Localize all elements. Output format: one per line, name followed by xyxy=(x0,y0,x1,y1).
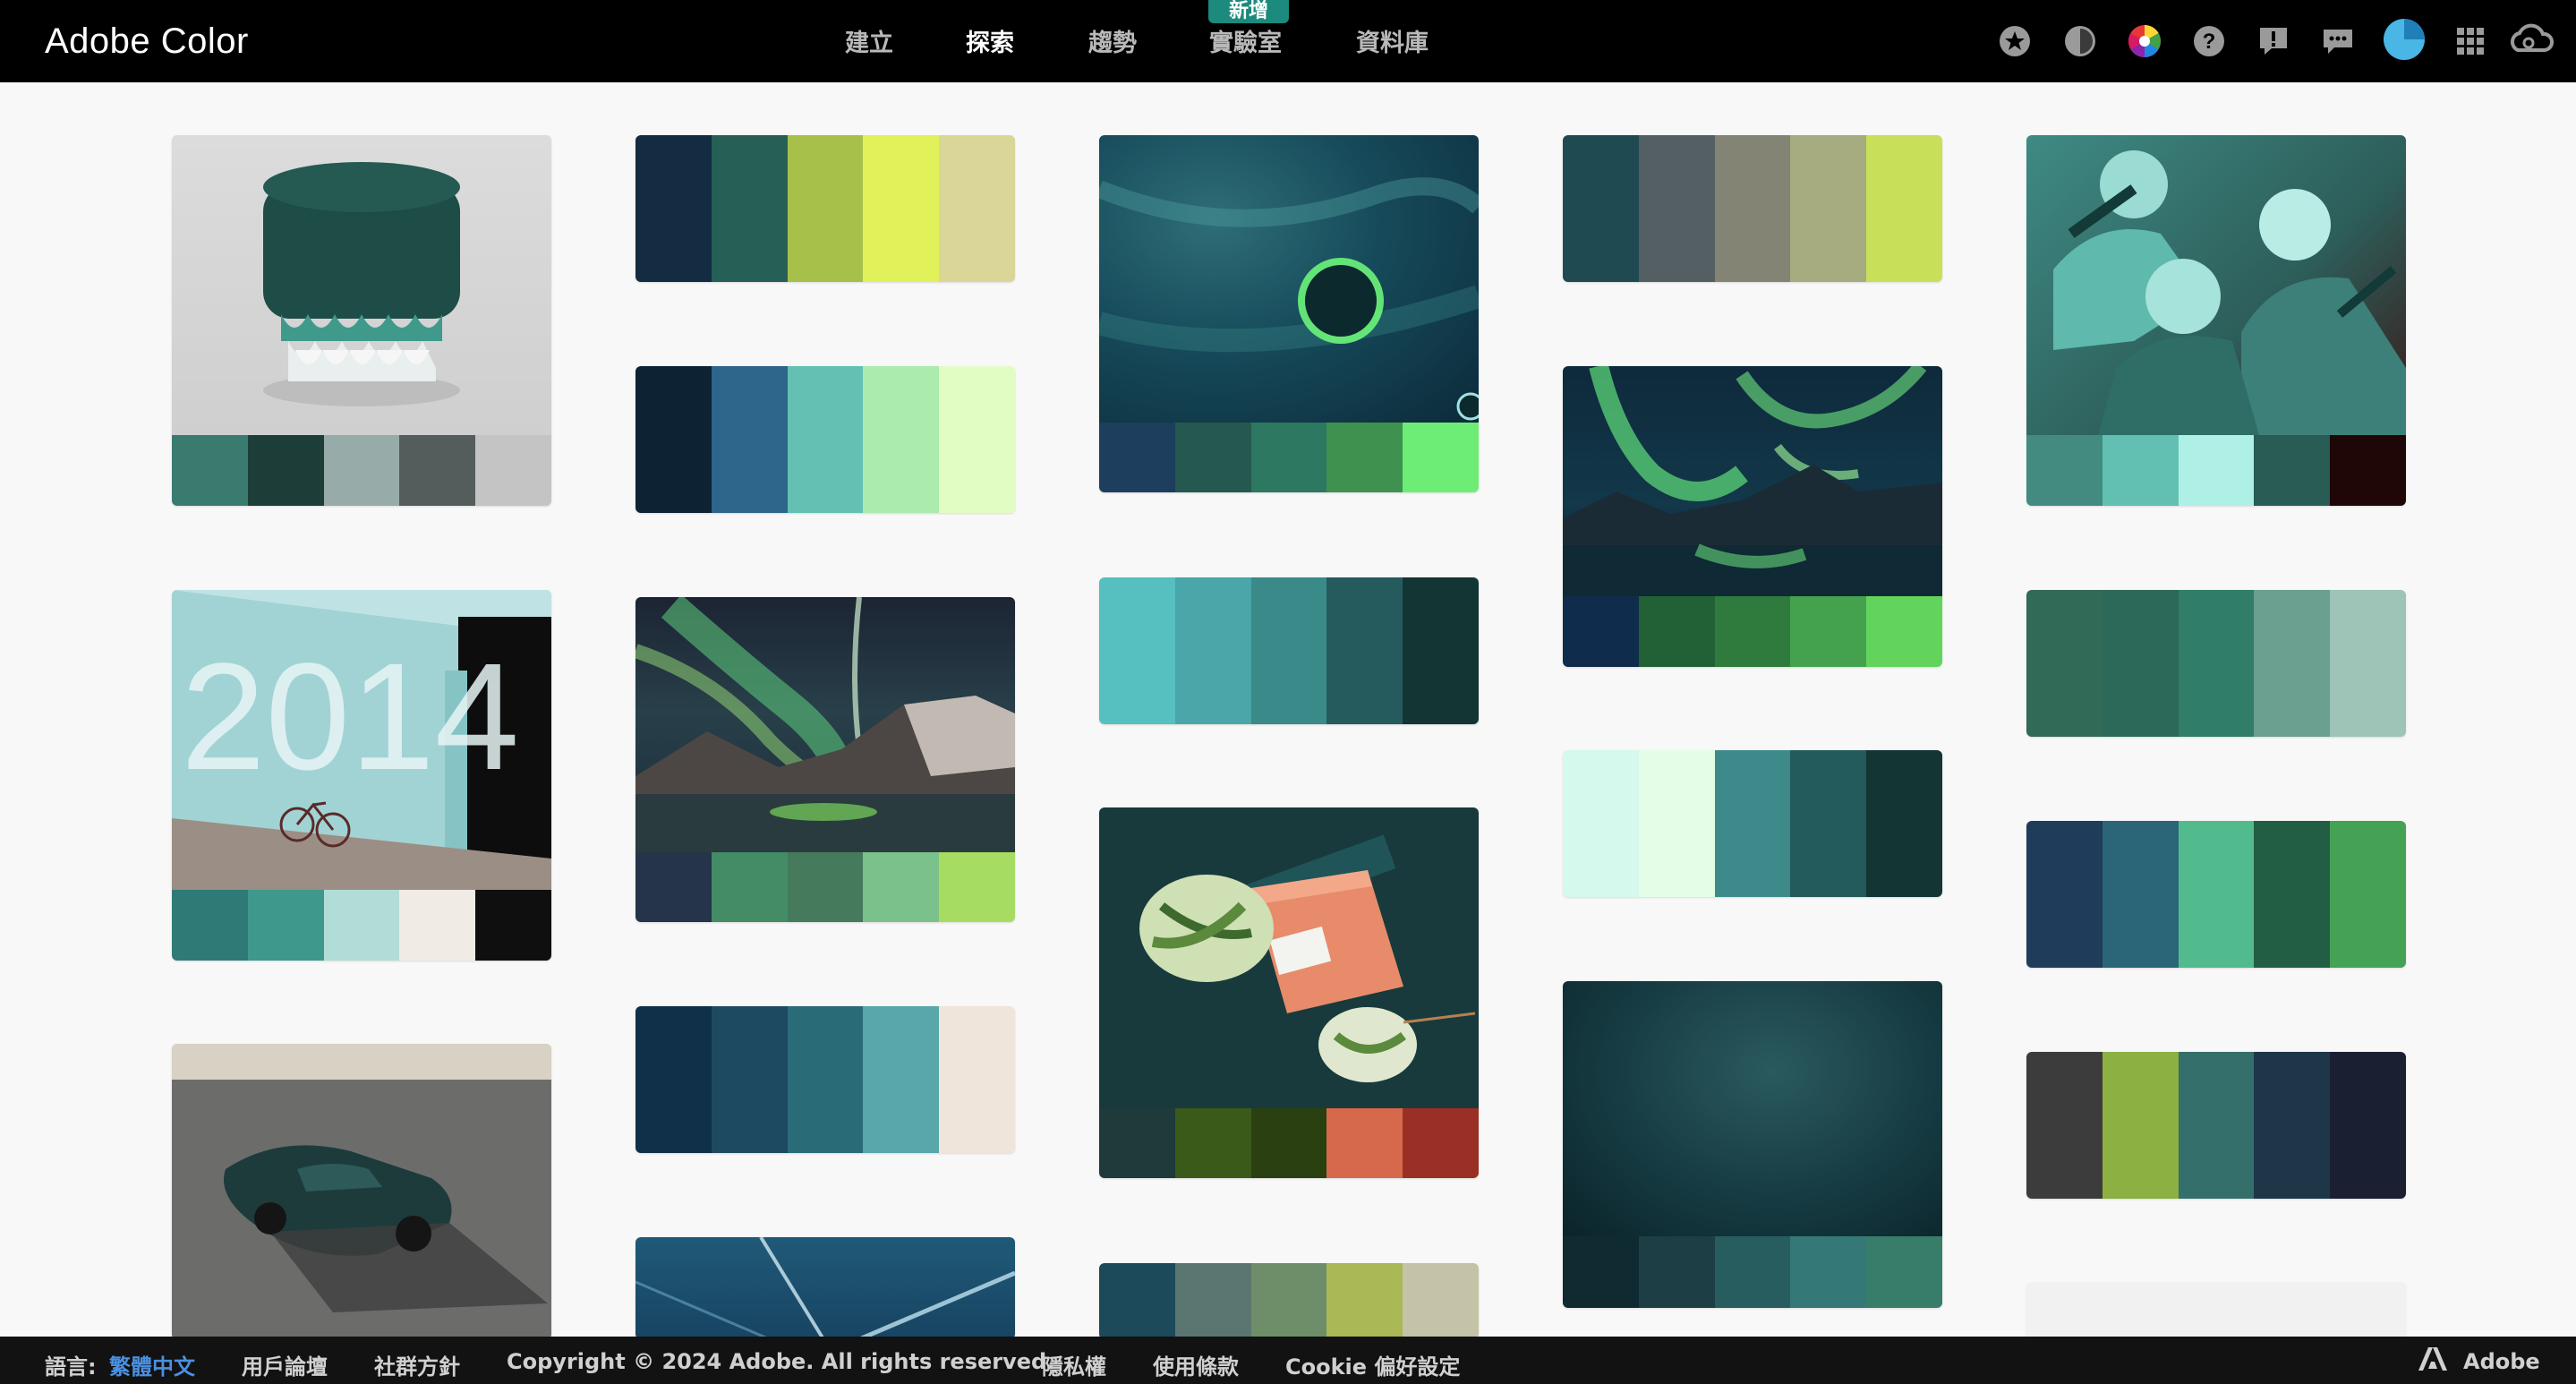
palette-card-placeholder xyxy=(2026,1282,2406,1339)
card-image-aurora-lake xyxy=(1563,366,1942,596)
image-card-dark-texture[interactable] xyxy=(1563,981,1942,1308)
adobe-logo-icon[interactable] xyxy=(2417,1346,2449,1378)
card-swatches xyxy=(635,852,1015,922)
creative-cloud-icon[interactable] xyxy=(2509,23,2554,59)
nav-tab-trends[interactable]: 趨勢 xyxy=(1088,23,1137,59)
card-swatches xyxy=(172,890,551,961)
color-wheel-icon[interactable] xyxy=(2127,23,2162,59)
card-image-stool xyxy=(172,135,551,435)
palette-card-10[interactable] xyxy=(1099,1263,1479,1339)
svg-text:2014: 2014 xyxy=(181,632,519,802)
chat-icon[interactable] xyxy=(2320,23,2356,59)
nav-tab-create[interactable]: 建立 xyxy=(845,23,893,59)
card-swatches xyxy=(1099,1108,1479,1178)
footer-bar: 語言: 繁體中文 用戶論壇 社群方針 Copyright © 2024 Adob… xyxy=(0,1337,2576,1384)
palette-card-1[interactable] xyxy=(635,135,1015,282)
card-image-space-planet xyxy=(1099,135,1479,423)
palette-card-3[interactable] xyxy=(635,366,1015,513)
card-image-aurora-mountains xyxy=(635,597,1015,852)
cookie-preferences-link[interactable]: Cookie 偏好設定 xyxy=(1285,1349,1460,1380)
palette-card-7[interactable] xyxy=(2026,821,2406,968)
adobe-wordmark: Adobe xyxy=(2463,1349,2540,1374)
user-forum-link[interactable]: 用戶論壇 xyxy=(242,1349,328,1380)
app-brand[interactable]: Adobe Color xyxy=(45,21,249,62)
terms-of-use-link[interactable]: 使用條款 xyxy=(1153,1349,1239,1380)
nav-tab-explore[interactable]: 探索 xyxy=(966,23,1014,59)
palette-card-9[interactable] xyxy=(2026,1052,2406,1199)
nav-tab-labs[interactable]: 實驗室 xyxy=(1209,23,1282,59)
card-swatches xyxy=(2026,435,2406,506)
card-image-porsche xyxy=(172,1044,551,1339)
community-guidelines-link[interactable]: 社群方針 xyxy=(374,1349,460,1380)
palette-card-2[interactable] xyxy=(1563,135,1942,282)
card-image-wall-2014: 2014 xyxy=(172,590,551,890)
image-card-illustration-men[interactable] xyxy=(2026,135,2406,506)
card-image-illustration-men xyxy=(2026,135,2406,435)
language-selector[interactable]: 繁體中文 xyxy=(109,1349,195,1380)
language-label: 語言: xyxy=(45,1354,97,1380)
nav-tab-library[interactable]: 資料庫 xyxy=(1356,23,1429,59)
image-card-aurora-lake[interactable] xyxy=(1563,366,1942,667)
image-card-wall-2014[interactable]: 2014 xyxy=(172,590,551,961)
card-swatches xyxy=(1563,596,1942,667)
star-icon[interactable] xyxy=(1997,23,2033,59)
card-swatches xyxy=(172,435,551,506)
copyright-text: Copyright © 2024 Adobe. All rights reser… xyxy=(507,1349,1055,1374)
svg-text:?: ? xyxy=(2203,30,2216,54)
new-badge: 新增 xyxy=(1208,0,1289,23)
card-swatches xyxy=(1563,1236,1942,1308)
privacy-link[interactable]: 隱私權 xyxy=(1042,1349,1106,1380)
palette-card-4[interactable] xyxy=(1099,577,1479,724)
palette-card-6[interactable] xyxy=(1563,750,1942,897)
card-image-tunnel xyxy=(635,1237,1015,1339)
card-image-salt-leaf xyxy=(1099,807,1479,1108)
card-swatches xyxy=(1099,423,1479,492)
contrast-icon[interactable] xyxy=(2062,23,2098,59)
image-card-tunnel[interactable] xyxy=(635,1237,1015,1339)
apps-grid-icon[interactable] xyxy=(2452,23,2488,59)
image-card-space-planet[interactable] xyxy=(1099,135,1479,492)
feedback-icon[interactable] xyxy=(2256,23,2291,59)
card-image-dark-texture xyxy=(1563,981,1942,1236)
image-card-aurora-mountains[interactable] xyxy=(635,597,1015,922)
palette-card-8[interactable] xyxy=(635,1006,1015,1153)
palette-card-5[interactable] xyxy=(2026,590,2406,737)
avatar[interactable] xyxy=(2383,18,2426,61)
help-icon[interactable]: ? xyxy=(2191,23,2227,59)
image-card-stool[interactable] xyxy=(172,135,551,506)
top-navigation-bar: Adobe Color 建立 探索 趨勢 新增 實驗室 資料庫 ? xyxy=(0,0,2576,82)
image-card-porsche[interactable] xyxy=(172,1044,551,1339)
image-card-salt-leaf[interactable] xyxy=(1099,807,1479,1178)
